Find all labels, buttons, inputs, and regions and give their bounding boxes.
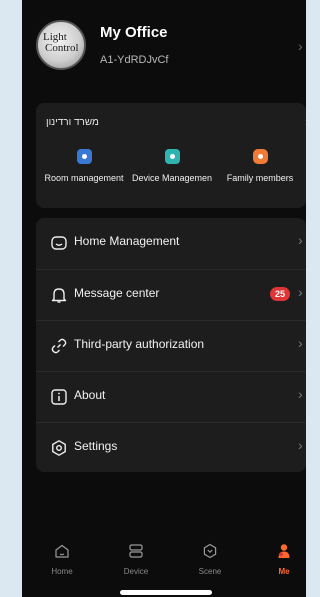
- menu-item-label: Settings: [74, 439, 118, 453]
- profile-name[interactable]: My Office: [100, 24, 168, 41]
- avatar[interactable]: Light Control: [36, 20, 86, 70]
- chevron-right-icon: ›: [298, 386, 303, 402]
- menu-item-third-party-authorization[interactable]: Third-party authorization ›: [36, 320, 306, 371]
- chevron-right-icon: ›: [298, 232, 303, 248]
- chevron-right-icon: ›: [298, 284, 303, 300]
- link-icon: [51, 338, 67, 354]
- menu-item-label: About: [74, 388, 106, 402]
- tab-device[interactable]: Device: [106, 543, 166, 576]
- room-management-button[interactable]: Room management: [34, 149, 134, 183]
- home-id: A1-YdRDJvCf: [100, 54, 169, 66]
- menu-item-settings[interactable]: Settings ›: [36, 422, 306, 473]
- menu-item-home-management[interactable]: Home Management ›: [36, 218, 306, 268]
- menu-item-about[interactable]: About ›: [36, 371, 306, 422]
- menu-item-label: Message center: [74, 286, 160, 300]
- avatar-logo-text: Light Control: [43, 31, 79, 54]
- home-name[interactable]: משרד ורדינון: [46, 117, 99, 128]
- bell-icon: [51, 288, 67, 303]
- home-icon: [55, 544, 69, 558]
- device-icon: [164, 149, 180, 164]
- info-icon: [51, 389, 67, 405]
- me-screen: Light Control My Office A1-YdRDJvCf › מש…: [22, 0, 306, 597]
- family-icon: [252, 149, 268, 164]
- chevron-right-icon[interactable]: ›: [305, 115, 306, 129]
- me-icon: [278, 544, 290, 558]
- unread-badge: 25: [270, 287, 291, 301]
- room-management-label: Room management: [44, 173, 124, 183]
- menu-item-label: Home Management: [74, 234, 180, 248]
- chevron-right-icon[interactable]: ›: [298, 38, 303, 54]
- chevron-right-icon: ›: [298, 437, 303, 453]
- settings-icon: [52, 440, 66, 456]
- tab-bar: Home Device Scene Me: [22, 535, 306, 597]
- chevron-right-icon: ›: [298, 335, 303, 351]
- tab-home[interactable]: Home: [32, 543, 92, 576]
- menu-item-label: Third-party authorization: [74, 337, 205, 351]
- menu-list: Home Management › Message center 25 › Th…: [36, 218, 306, 472]
- tab-scene[interactable]: Scene: [180, 543, 240, 576]
- scene-icon: [203, 543, 217, 559]
- device-tab-icon: [129, 544, 143, 558]
- menu-item-message-center[interactable]: Message center 25 ›: [36, 269, 306, 320]
- family-members-button[interactable]: Family members: [214, 149, 306, 183]
- tab-me[interactable]: Me: [254, 543, 306, 576]
- room-icon: [76, 149, 92, 164]
- device-management-label: Device Managemen: [131, 173, 213, 183]
- home-indicator: [120, 590, 212, 595]
- home-card: משרד ורדינון › Room management Device Ma…: [36, 103, 306, 208]
- family-members-label: Family members: [226, 173, 294, 183]
- device-management-button[interactable]: Device Managemen: [122, 149, 222, 183]
- home-management-icon: [51, 236, 67, 250]
